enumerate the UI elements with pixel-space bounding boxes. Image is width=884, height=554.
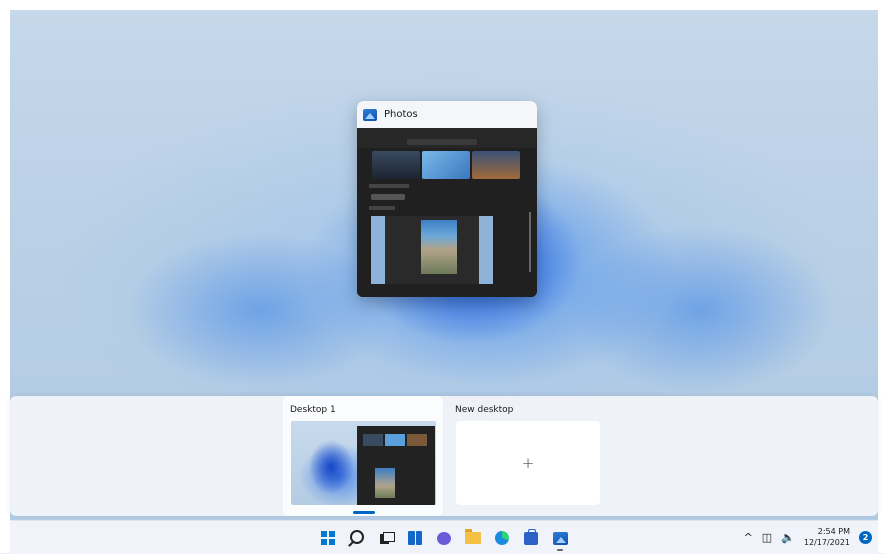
windows-start-icon	[321, 531, 335, 545]
photos-icon	[363, 108, 377, 121]
search-button[interactable]	[345, 528, 369, 548]
start-button[interactable]	[316, 528, 340, 548]
search-icon	[350, 530, 364, 544]
active-desktop-indicator	[353, 511, 375, 514]
window-thumbnail-title: Photos	[384, 109, 418, 120]
network-icon[interactable]: ◫	[762, 531, 772, 544]
chat-button[interactable]	[432, 528, 456, 548]
preview-side-panel	[371, 216, 385, 284]
preview-toolbar	[357, 128, 537, 148]
window-thumbnail-preview	[357, 128, 537, 297]
volume-icon[interactable]: 🔈	[781, 531, 795, 544]
task-view-button[interactable]	[374, 528, 398, 548]
screen-frame: Photos Desktop 1 New desktop + ^ ◫ 🔈 2:5…	[0, 0, 884, 554]
clock-date: 12/17/2021	[803, 538, 850, 547]
preview-side-panel	[479, 216, 493, 284]
preview-text-row	[369, 184, 409, 188]
clock-time: 2:54 PM	[817, 527, 850, 536]
task-view-desktops-panel: Desktop 1 New desktop +	[10, 396, 878, 516]
widgets-icon	[408, 531, 422, 545]
mini-tile	[407, 434, 427, 446]
preview-scrollbar	[529, 212, 531, 272]
photos-taskbar-button[interactable]	[548, 528, 572, 551]
mini-tile	[385, 434, 405, 446]
folder-icon	[465, 529, 481, 544]
widgets-button[interactable]	[403, 528, 427, 548]
preview-text-row	[369, 206, 395, 210]
preview-filter-dropdown	[371, 194, 405, 200]
preview-memory-tile	[372, 151, 420, 179]
task-view-icon	[379, 532, 395, 544]
system-tray: ^ ◫ 🔈 2:54 PM 12/17/2021 2	[744, 526, 872, 548]
mini-beach-photo	[375, 468, 395, 498]
store-icon	[524, 528, 538, 545]
window-thumbnail-titlebar: Photos	[357, 101, 537, 128]
preview-memory-tile	[472, 151, 520, 179]
preview-search-bar	[407, 139, 477, 145]
desktop-1-label: Desktop 1	[290, 405, 336, 415]
preview-image-viewer	[371, 216, 493, 284]
desktop-card-1[interactable]: Desktop 1	[283, 396, 443, 516]
edge-button[interactable]	[490, 528, 514, 548]
show-hidden-icons-chevron-icon[interactable]: ^	[744, 531, 753, 544]
store-button[interactable]	[519, 528, 543, 548]
new-desktop-button[interactable]: +	[456, 421, 600, 505]
chat-icon	[437, 531, 451, 545]
mini-tile	[363, 434, 383, 446]
new-desktop-label: New desktop	[455, 405, 514, 415]
running-indicator	[557, 549, 563, 551]
clock[interactable]: 2:54 PM 12/17/2021	[804, 526, 850, 548]
notification-badge[interactable]: 2	[859, 530, 872, 544]
preview-memory-tile	[422, 151, 470, 179]
plus-icon: +	[521, 454, 535, 472]
desktop-1-photos-window	[357, 426, 435, 505]
desktop-1-thumbnail[interactable]	[291, 421, 436, 505]
file-explorer-button[interactable]	[461, 528, 485, 548]
taskbar: ^ ◫ 🔈 2:54 PM 12/17/2021 2	[10, 520, 878, 554]
photos-icon	[552, 531, 568, 545]
preview-beach-photo	[421, 220, 457, 274]
taskbar-pinned-apps	[316, 528, 577, 551]
photos-window-thumbnail[interactable]: Photos	[357, 101, 537, 297]
edge-icon	[495, 531, 509, 545]
